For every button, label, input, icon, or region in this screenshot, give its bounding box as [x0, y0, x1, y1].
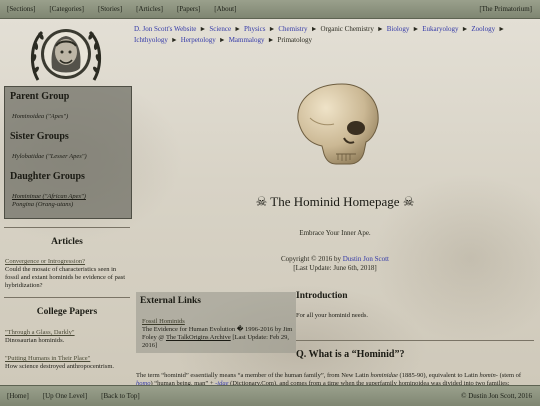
q-text-a: The term “hominid” essentially means “a … — [136, 372, 369, 379]
sister-groups-title: Sister Groups — [10, 131, 69, 142]
content-divider — [296, 340, 534, 341]
crumb-sep: ► — [310, 25, 318, 33]
crumb-zoology[interactable]: Zoology — [471, 25, 495, 33]
crumb-science[interactable]: Science — [209, 25, 231, 33]
daughter-group-link-2[interactable]: Pongina (Orang-utans) — [12, 201, 73, 208]
q-text-c: (1885-90), equivalent to Latin — [399, 372, 478, 379]
sister-group-link[interactable]: Hylobatidae ("Lesser Apes") — [12, 153, 87, 160]
parent-group-label: Hominoidea ("Apes") — [12, 113, 69, 120]
page-title: ☠ The Hominid Homepage ☠ — [255, 194, 415, 209]
top-nav-bar: [Sections] [Categories] [Stories] [Artic… — [0, 0, 540, 19]
daughter-groups-title: Daughter Groups — [10, 171, 85, 182]
crumb-sep: ► — [498, 25, 506, 33]
sister-group-label: Hylobatidae ("Lesser Apes") — [12, 153, 87, 160]
college-papers-heading: College Papers — [36, 307, 98, 317]
nav-articles-link[interactable]: [Articles] — [136, 5, 163, 13]
bottom-nav-bar: [Home] [Up One Level] [Back to Top] © Du… — [0, 385, 540, 406]
crumb-sep: ► — [218, 36, 226, 44]
sidebar-divider — [4, 297, 130, 298]
nav-stories-link[interactable]: [Stories] — [98, 5, 122, 13]
crumb-sep: ► — [234, 25, 242, 33]
crumb-eukaryology[interactable]: Eukaryology — [422, 25, 458, 33]
crumb-physics[interactable]: Physics — [244, 25, 265, 33]
crumb-primatology: Primatology — [277, 36, 313, 44]
daughter-group-link-1[interactable]: Homininae ("African Apes") — [12, 193, 86, 200]
external-links-title: External Links — [140, 296, 201, 306]
crumb-ichthyology[interactable]: Ichthyology — [134, 36, 168, 44]
q-text-e: (stem of — [499, 372, 522, 379]
breadcrumb: D. Jon Scott's Website ► Science ► Physics ► C… — [134, 24, 534, 46]
crumb-sep: ► — [412, 25, 420, 33]
crumb-organic-chemistry: Organic Chemistry — [320, 25, 374, 33]
nav-sections-link[interactable]: [Sections] — [7, 5, 35, 13]
crumb-sep: ► — [461, 25, 469, 33]
crumb-sep: ► — [199, 25, 207, 33]
crumb-sep: ► — [376, 25, 384, 33]
daughter-group-label-2: Pongina (Orang-utans) — [12, 201, 74, 208]
nav-papers-link[interactable]: [Papers] — [177, 5, 200, 13]
tagline: Embrace Your Inner Ape. — [299, 229, 371, 237]
external-links-box: External Links Fossil Hominids The Evide… — [136, 292, 296, 353]
home-link[interactable]: [Home] — [7, 392, 29, 400]
crumb-sep: ► — [170, 36, 178, 44]
fossil-hominids-description: The Evidence for Human Evolution � 1996-… — [142, 326, 294, 350]
last-update: [Last Update: June 6th, 2018] — [293, 264, 377, 272]
daughter-group-label-1: Homininae ("African Apes") — [12, 193, 86, 200]
fossil-hominids-link[interactable]: Fossil Hominids — [142, 318, 185, 325]
paper-glass-darkly-summary: Dinosaurian hominids. — [5, 337, 65, 344]
footer-copyright: © Dustin Jon Scott, 2016 — [461, 392, 532, 400]
crumb-mammalogy[interactable]: Mammalogy — [229, 36, 265, 44]
article-convergence-summary: Could the mosaic of characteristics seen… — [5, 266, 126, 289]
crumb-sep: ► — [268, 25, 276, 33]
taxonomy-panel: Parent Group Hominoidea ("Apes") Sister … — [4, 86, 132, 219]
crumb-home[interactable]: D. Jon Scott's Website — [134, 25, 196, 33]
paper-glass-darkly-link[interactable]: "Through a Glass, Darkly" — [5, 329, 75, 336]
parent-group-link[interactable]: Hominoidea ("Apes") — [12, 113, 68, 120]
paper-humans-place-link[interactable]: "Putting Humans in Their Place" — [5, 355, 90, 362]
introduction-heading: Introduction — [296, 291, 348, 301]
author-link[interactable]: Dustin Jon Scott — [343, 255, 389, 263]
crumb-sep: ► — [267, 36, 275, 44]
site-logo-icon[interactable] — [28, 22, 104, 86]
introduction-text: For all your hominid needs. — [296, 312, 369, 319]
talkorigins-link[interactable]: The TalkOrigins Archive — [166, 334, 231, 341]
copyright-line: Copyright © 2016 by Dustin Jon Scott — [135, 255, 535, 263]
parent-group-title: Parent Group — [10, 91, 70, 102]
nav-primatorium-link[interactable]: [The Primatorium] — [479, 5, 532, 13]
q-text-d: homin- — [479, 372, 498, 379]
up-one-level-link[interactable]: [Up One Level] — [43, 392, 87, 400]
crumb-chemistry[interactable]: Chemistry — [278, 25, 307, 33]
crumb-biology[interactable]: Biology — [387, 25, 410, 33]
nav-categories-link[interactable]: [Categories] — [49, 5, 84, 13]
paper-humans-place-summary: How science destroyed anthropocentrism. — [5, 363, 115, 370]
article-convergence-link[interactable]: Convergence or Introgression? — [5, 258, 85, 265]
nav-about-link[interactable]: [About] — [214, 5, 236, 13]
articles-heading: Articles — [51, 237, 83, 247]
back-to-top-link[interactable]: [Back to Top] — [101, 392, 140, 400]
crumb-herpetology[interactable]: Herpetology — [181, 36, 216, 44]
q-text-b: hominidae — [370, 372, 398, 379]
copyright-prefix: Copyright © 2016 by — [280, 255, 341, 263]
sidebar-divider — [4, 227, 130, 228]
question-heading: Q. What is a “Hominid”? — [296, 349, 405, 360]
skull-illustration — [297, 83, 379, 165]
